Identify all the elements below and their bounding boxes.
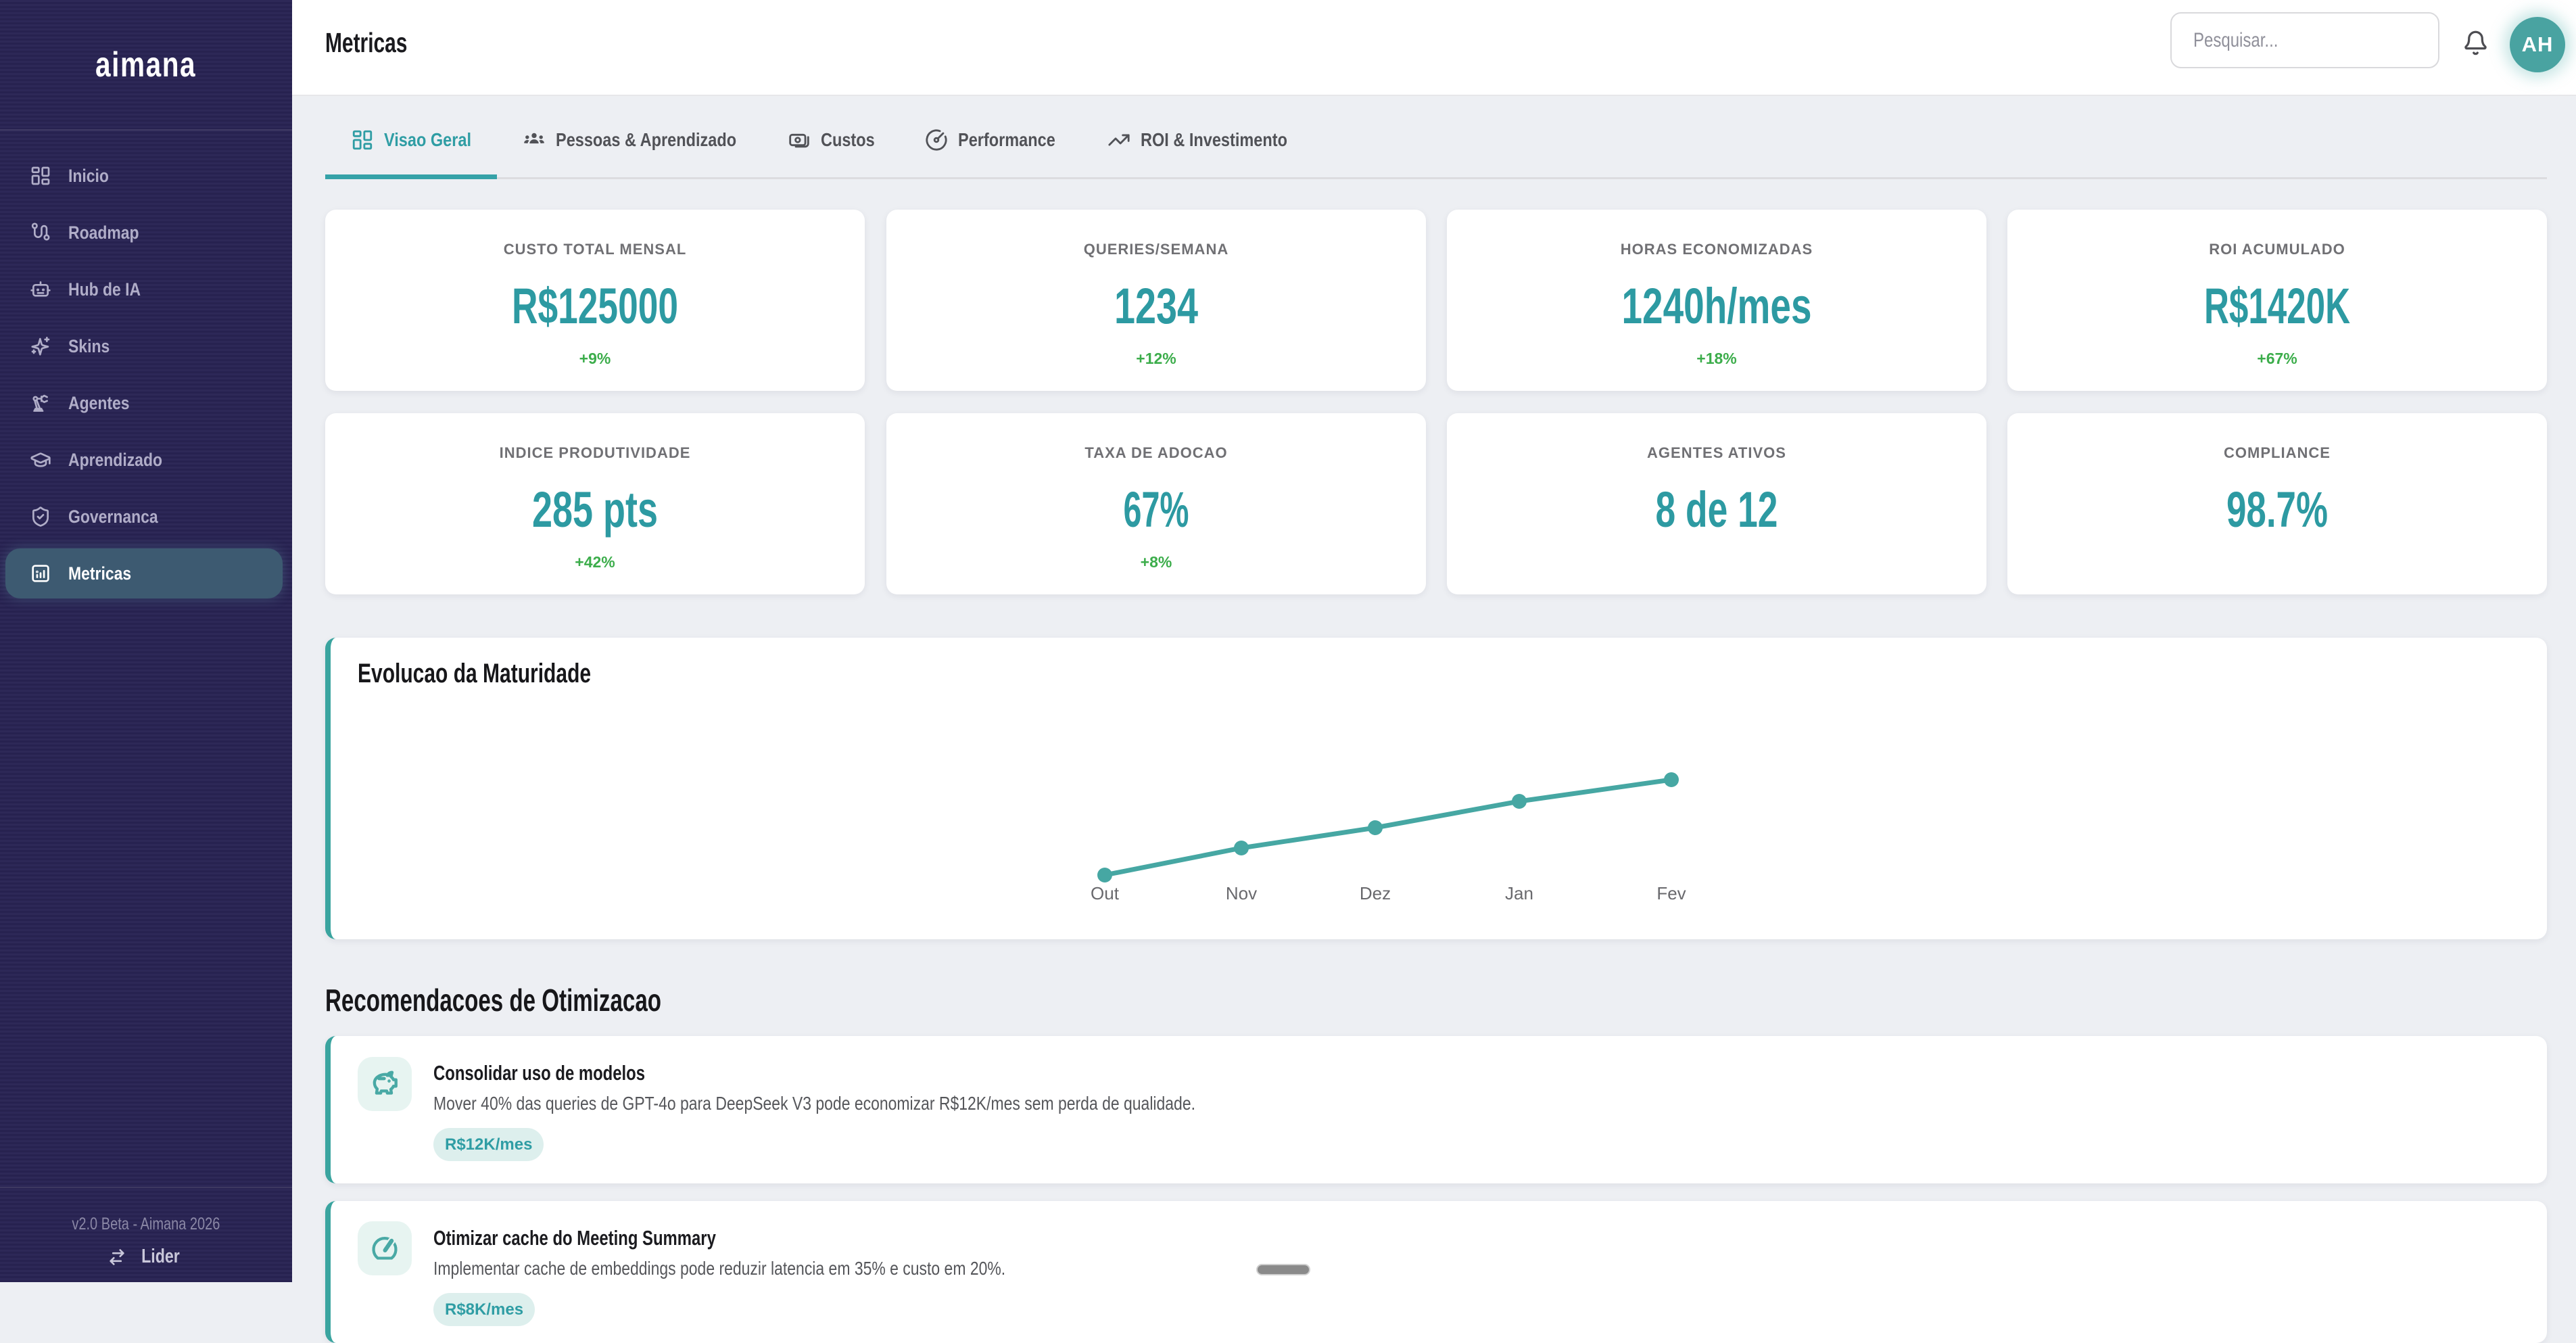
svg-text:Jan: Jan: [1505, 883, 1533, 903]
svg-text:1234: 1234: [1114, 278, 1198, 334]
svg-text:Fev: Fev: [1656, 883, 1686, 903]
svg-text:98.7%: 98.7%: [2226, 481, 2328, 538]
svg-text:Nov: Nov: [1226, 883, 1257, 903]
svg-text:1240h/mes: 1240h/mes: [1622, 278, 1812, 334]
svg-text:8 de 12: 8 de 12: [1656, 481, 1778, 538]
svg-text:R$1420K: R$1420K: [2204, 278, 2350, 334]
svg-text:67%: 67%: [1124, 481, 1189, 538]
svg-text:285 pts: 285 pts: [532, 481, 658, 538]
svg-text:Out: Out: [1091, 883, 1120, 903]
svg-text:R$125000: R$125000: [512, 278, 678, 334]
svg-text:Dez: Dez: [1360, 883, 1391, 903]
